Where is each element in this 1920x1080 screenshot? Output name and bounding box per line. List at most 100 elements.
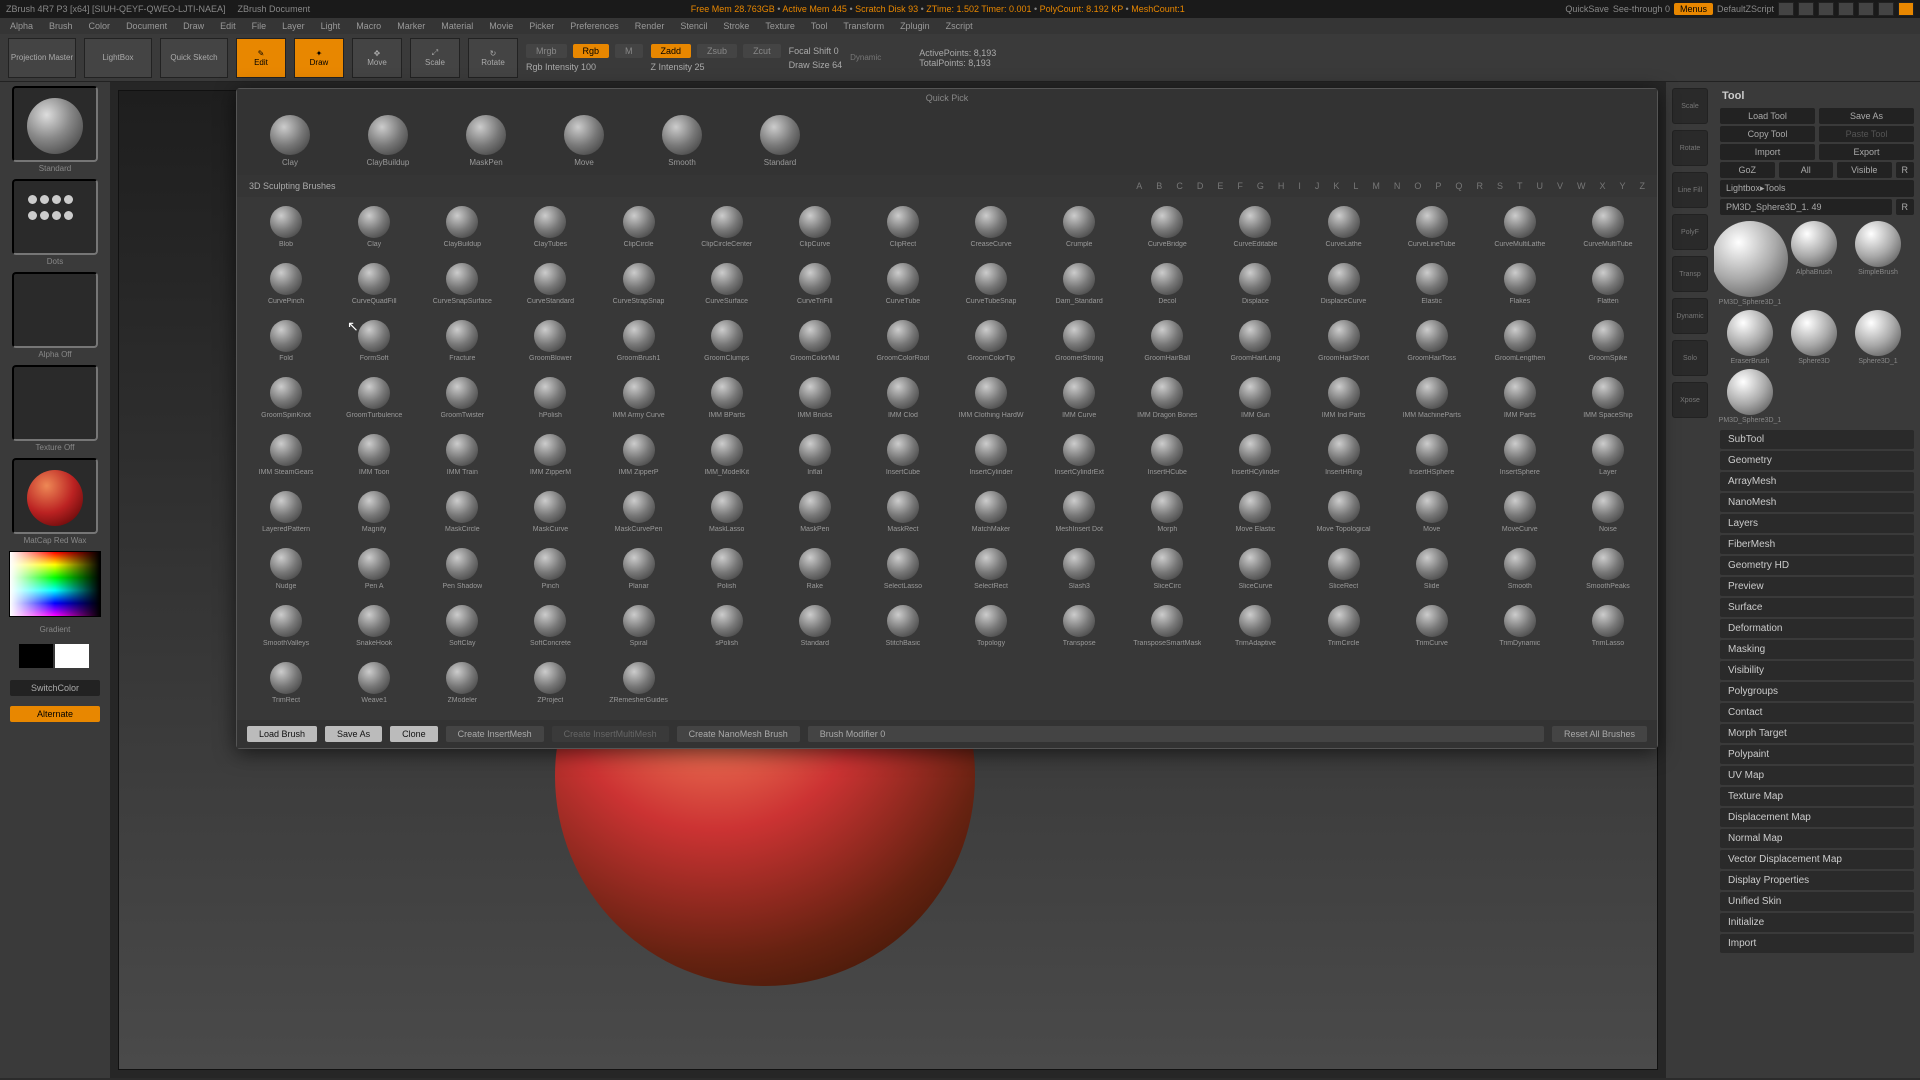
accordion-normal-map[interactable]: Normal Map [1720, 829, 1914, 848]
texture-thumb[interactable] [12, 365, 98, 441]
brush-pinch[interactable]: Pinch [507, 545, 593, 600]
color-swatches[interactable] [19, 644, 91, 668]
menu-texture[interactable]: Texture [765, 21, 795, 31]
brush-move-topological[interactable]: Move Topological [1301, 488, 1387, 543]
brush-meshinsert-dot[interactable]: MeshInsert Dot [1036, 488, 1122, 543]
canvas-tool-transp[interactable]: Transp [1672, 256, 1708, 292]
brush-curvebridge[interactable]: CurveBridge [1124, 203, 1210, 258]
brush-smoothpeaks[interactable]: SmoothPeaks [1565, 545, 1651, 600]
zcut-button[interactable]: Zcut [743, 44, 781, 58]
accordion-uv-map[interactable]: UV Map [1720, 766, 1914, 785]
brush-imm-army-curve[interactable]: IMM Army Curve [596, 374, 682, 429]
accordion-arraymesh[interactable]: ArrayMesh [1720, 472, 1914, 491]
alpha-filter-Z[interactable]: Z [1640, 181, 1646, 191]
projection-master-button[interactable]: Projection Master [8, 38, 76, 78]
accordion-initialize[interactable]: Initialize [1720, 913, 1914, 932]
accordion-morph-target[interactable]: Morph Target [1720, 724, 1914, 743]
brush-curvemultilathe[interactable]: CurveMultiLathe [1477, 203, 1563, 258]
brush-thumb[interactable] [12, 86, 98, 162]
brush-cliprect[interactable]: ClipRect [860, 203, 946, 258]
dynamic-label[interactable]: Dynamic [850, 53, 881, 62]
brush-imm-zipperm[interactable]: IMM ZipperM [507, 431, 593, 486]
alpha-filter-A[interactable]: A [1136, 181, 1142, 191]
saveas-tool-button[interactable]: Save As [1819, 108, 1914, 124]
alpha-filter-B[interactable]: B [1156, 181, 1162, 191]
menu-preferences[interactable]: Preferences [570, 21, 619, 31]
brush-curvesurface[interactable]: CurveSurface [684, 260, 770, 315]
brush-decol[interactable]: Decol [1124, 260, 1210, 315]
accordion-unified-skin[interactable]: Unified Skin [1720, 892, 1914, 911]
rgb-intensity-slider[interactable]: Rgb Intensity 100 [526, 62, 643, 72]
m-button[interactable]: M [615, 44, 643, 58]
export-button[interactable]: Export [1819, 144, 1914, 160]
menu-brush[interactable]: Brush [49, 21, 73, 31]
brush-curvesnapsurface[interactable]: CurveSnapSurface [419, 260, 505, 315]
accordion-deformation[interactable]: Deformation [1720, 619, 1914, 638]
lightbox-button[interactable]: LightBox [84, 38, 152, 78]
brush-zmodeler[interactable]: ZModeler [419, 659, 505, 714]
brush-inserthcube[interactable]: InsertHCube [1124, 431, 1210, 486]
quick-brush-smooth[interactable]: Smooth [653, 115, 711, 167]
brush-trimdynamic[interactable]: TrimDynamic [1477, 602, 1563, 657]
brush-imm-machineparts[interactable]: IMM MachineParts [1389, 374, 1475, 429]
goz-button[interactable]: GoZ [1720, 162, 1775, 178]
draw-size-slider[interactable]: Draw Size 64 [789, 60, 843, 70]
brush-groomspinknot[interactable]: GroomSpinKnot [243, 374, 329, 429]
brush-move[interactable]: Move [1389, 488, 1475, 543]
tool-thumb-pm3d_sphere3d_1[interactable]: PM3D_Sphere3D_1 [1720, 221, 1780, 306]
brush-imm_modelkit[interactable]: IMM_ModelKit [684, 431, 770, 486]
brush-transposesmartmask[interactable]: TransposeSmartMask [1124, 602, 1210, 657]
create-insertmesh-button[interactable]: Create InsertMesh [446, 726, 544, 742]
brush-polish[interactable]: Polish [684, 545, 770, 600]
canvas-tool-dynamic[interactable]: Dynamic [1672, 298, 1708, 334]
menu-material[interactable]: Material [441, 21, 473, 31]
quick-brush-standard[interactable]: Standard [751, 115, 809, 167]
menu-stencil[interactable]: Stencil [680, 21, 707, 31]
accordion-display-properties[interactable]: Display Properties [1720, 871, 1914, 890]
canvas-tool-line-fill[interactable]: Line Fill [1672, 172, 1708, 208]
brush-hpolish[interactable]: hPolish [507, 374, 593, 429]
brush-insertsphere[interactable]: InsertSphere [1477, 431, 1563, 486]
menu-color[interactable]: Color [89, 21, 111, 31]
brush-insertcube[interactable]: InsertCube [860, 431, 946, 486]
expand-icon[interactable] [1838, 2, 1854, 16]
save-brush-button[interactable]: Save As [325, 726, 382, 742]
brush-curvelathe[interactable]: CurveLathe [1301, 203, 1387, 258]
help-icon[interactable] [1778, 2, 1794, 16]
brush-dam_standard[interactable]: Dam_Standard [1036, 260, 1122, 315]
menus-button[interactable]: Menus [1674, 3, 1713, 15]
draw-button[interactable]: ✦Draw [294, 38, 344, 78]
brush-groomerstrong[interactable]: GroomerStrong [1036, 317, 1122, 372]
goz-r-button[interactable]: R [1896, 162, 1915, 178]
move-button[interactable]: ✥Move [352, 38, 402, 78]
brush-maskpen[interactable]: MaskPen [772, 488, 858, 543]
material-thumb[interactable] [12, 458, 98, 534]
brush-clay[interactable]: Clay [331, 203, 417, 258]
brush-trimlasso[interactable]: TrimLasso [1565, 602, 1651, 657]
seethrough-slider[interactable]: See-through 0 [1613, 4, 1670, 14]
accordion-polypaint[interactable]: Polypaint [1720, 745, 1914, 764]
alpha-filter-P[interactable]: P [1435, 181, 1441, 191]
load-brush-button[interactable]: Load Brush [247, 726, 317, 742]
brush-insertcylindrext[interactable]: InsertCylindrExt [1036, 431, 1122, 486]
alpha-filter-N[interactable]: N [1394, 181, 1401, 191]
brush-zremesherguides[interactable]: ZRemesherGuides [596, 659, 682, 714]
brush-nudge[interactable]: Nudge [243, 545, 329, 600]
canvas-tool-xpose[interactable]: Xpose [1672, 382, 1708, 418]
brush-groomtwister[interactable]: GroomTwister [419, 374, 505, 429]
brush-smoothvalleys[interactable]: SmoothValleys [243, 602, 329, 657]
quick-brush-move[interactable]: Move [555, 115, 613, 167]
accordion-layers[interactable]: Layers [1720, 514, 1914, 533]
brush-transpose[interactable]: Transpose [1036, 602, 1122, 657]
min-icon[interactable] [1798, 2, 1814, 16]
brush-imm-ind-parts[interactable]: IMM Ind Parts [1301, 374, 1387, 429]
brush-inserthcylinder[interactable]: InsertHCylinder [1212, 431, 1298, 486]
menu-macro[interactable]: Macro [356, 21, 381, 31]
goz-all-button[interactable]: All [1779, 162, 1834, 178]
brush-matchmaker[interactable]: MatchMaker [948, 488, 1034, 543]
tool-thumb-simplebrush[interactable]: SimpleBrush [1848, 221, 1908, 306]
brush-clipcircle[interactable]: ClipCircle [596, 203, 682, 258]
brush-maskcircle[interactable]: MaskCircle [419, 488, 505, 543]
brush-slash3[interactable]: Slash3 [1036, 545, 1122, 600]
brush-crumple[interactable]: Crumple [1036, 203, 1122, 258]
